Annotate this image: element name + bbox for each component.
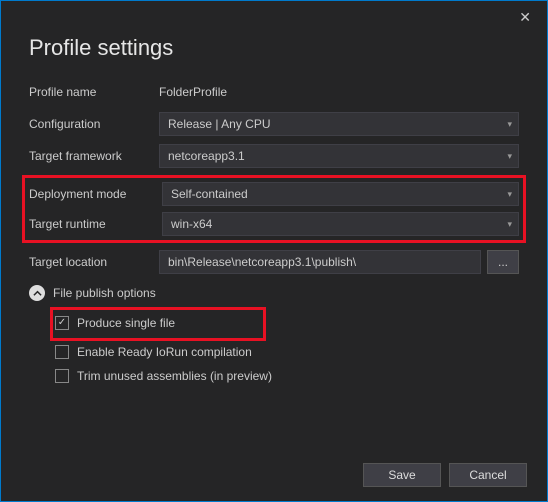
profile-settings-dialog: ✕ Profile settings Profile name FolderPr… bbox=[0, 0, 548, 502]
row-target-runtime: Target runtime win-x64 ▾ bbox=[29, 211, 519, 237]
value-profile-name: FolderProfile bbox=[159, 85, 519, 99]
cancel-button-label: Cancel bbox=[469, 468, 506, 482]
close-icon[interactable]: ✕ bbox=[513, 7, 537, 29]
expander-label: File publish options bbox=[53, 286, 156, 300]
checkbox-trim[interactable] bbox=[55, 369, 69, 383]
chevron-down-icon: ▾ bbox=[507, 151, 512, 162]
dialog-footer: Save Cancel bbox=[363, 463, 527, 487]
dropdown-target-runtime[interactable]: win-x64 ▾ bbox=[162, 212, 519, 236]
checkbox-row-single-file[interactable]: Produce single file bbox=[55, 312, 175, 334]
file-publish-options: Produce single file Enable Ready IoRun c… bbox=[55, 307, 519, 387]
label-target-framework: Target framework bbox=[29, 149, 159, 163]
checkbox-row-trim[interactable]: Trim unused assemblies (in preview) bbox=[55, 365, 519, 387]
browse-button[interactable]: ... bbox=[487, 250, 519, 274]
row-profile-name: Profile name FolderProfile bbox=[29, 79, 519, 105]
save-button-label: Save bbox=[388, 468, 415, 482]
row-target-location: Target location bin\Release\netcoreapp3.… bbox=[29, 249, 519, 275]
save-button[interactable]: Save bbox=[363, 463, 441, 487]
chevron-down-icon: ▾ bbox=[507, 219, 512, 230]
label-deployment-mode: Deployment mode bbox=[29, 187, 162, 201]
page-title: Profile settings bbox=[29, 35, 519, 61]
highlighted-deployment-group: Deployment mode Self-contained ▾ Target … bbox=[22, 175, 526, 243]
cancel-button[interactable]: Cancel bbox=[449, 463, 527, 487]
checkbox-single-file[interactable] bbox=[55, 316, 69, 330]
checkbox-single-file-label: Produce single file bbox=[77, 316, 175, 330]
dropdown-deployment-mode-value: Self-contained bbox=[171, 187, 248, 201]
row-configuration: Configuration Release | Any CPU ▾ bbox=[29, 111, 519, 137]
input-target-location-value: bin\Release\netcoreapp3.1\publish\ bbox=[168, 255, 356, 269]
label-configuration: Configuration bbox=[29, 117, 159, 131]
dropdown-deployment-mode[interactable]: Self-contained ▾ bbox=[162, 182, 519, 206]
input-target-location[interactable]: bin\Release\netcoreapp3.1\publish\ bbox=[159, 250, 481, 274]
checkbox-ready-to-run-label: Enable Ready IoRun compilation bbox=[77, 345, 252, 359]
row-deployment-mode: Deployment mode Self-contained ▾ bbox=[29, 181, 519, 207]
label-target-runtime: Target runtime bbox=[29, 217, 162, 231]
dropdown-target-framework-value: netcoreapp3.1 bbox=[168, 149, 245, 163]
row-target-framework: Target framework netcoreapp3.1 ▾ bbox=[29, 143, 519, 169]
browse-button-label: ... bbox=[498, 255, 508, 269]
highlighted-single-file: Produce single file bbox=[50, 307, 266, 341]
checkbox-ready-to-run[interactable] bbox=[55, 345, 69, 359]
chevron-down-icon: ▾ bbox=[507, 189, 512, 200]
label-target-location: Target location bbox=[29, 255, 159, 269]
titlebar: ✕ bbox=[1, 1, 547, 29]
label-profile-name: Profile name bbox=[29, 85, 159, 99]
checkbox-row-ready-to-run[interactable]: Enable Ready IoRun compilation bbox=[55, 341, 519, 363]
dialog-content: Profile settings Profile name FolderProf… bbox=[1, 29, 547, 387]
checkbox-trim-label: Trim unused assemblies (in preview) bbox=[77, 369, 272, 383]
chevron-up-icon bbox=[29, 285, 45, 301]
dropdown-configuration-value: Release | Any CPU bbox=[168, 117, 271, 131]
dropdown-target-runtime-value: win-x64 bbox=[171, 217, 212, 231]
chevron-down-icon: ▾ bbox=[507, 119, 512, 130]
dropdown-configuration[interactable]: Release | Any CPU ▾ bbox=[159, 112, 519, 136]
expander-file-publish-options[interactable]: File publish options bbox=[29, 285, 519, 301]
dropdown-target-framework[interactable]: netcoreapp3.1 ▾ bbox=[159, 144, 519, 168]
